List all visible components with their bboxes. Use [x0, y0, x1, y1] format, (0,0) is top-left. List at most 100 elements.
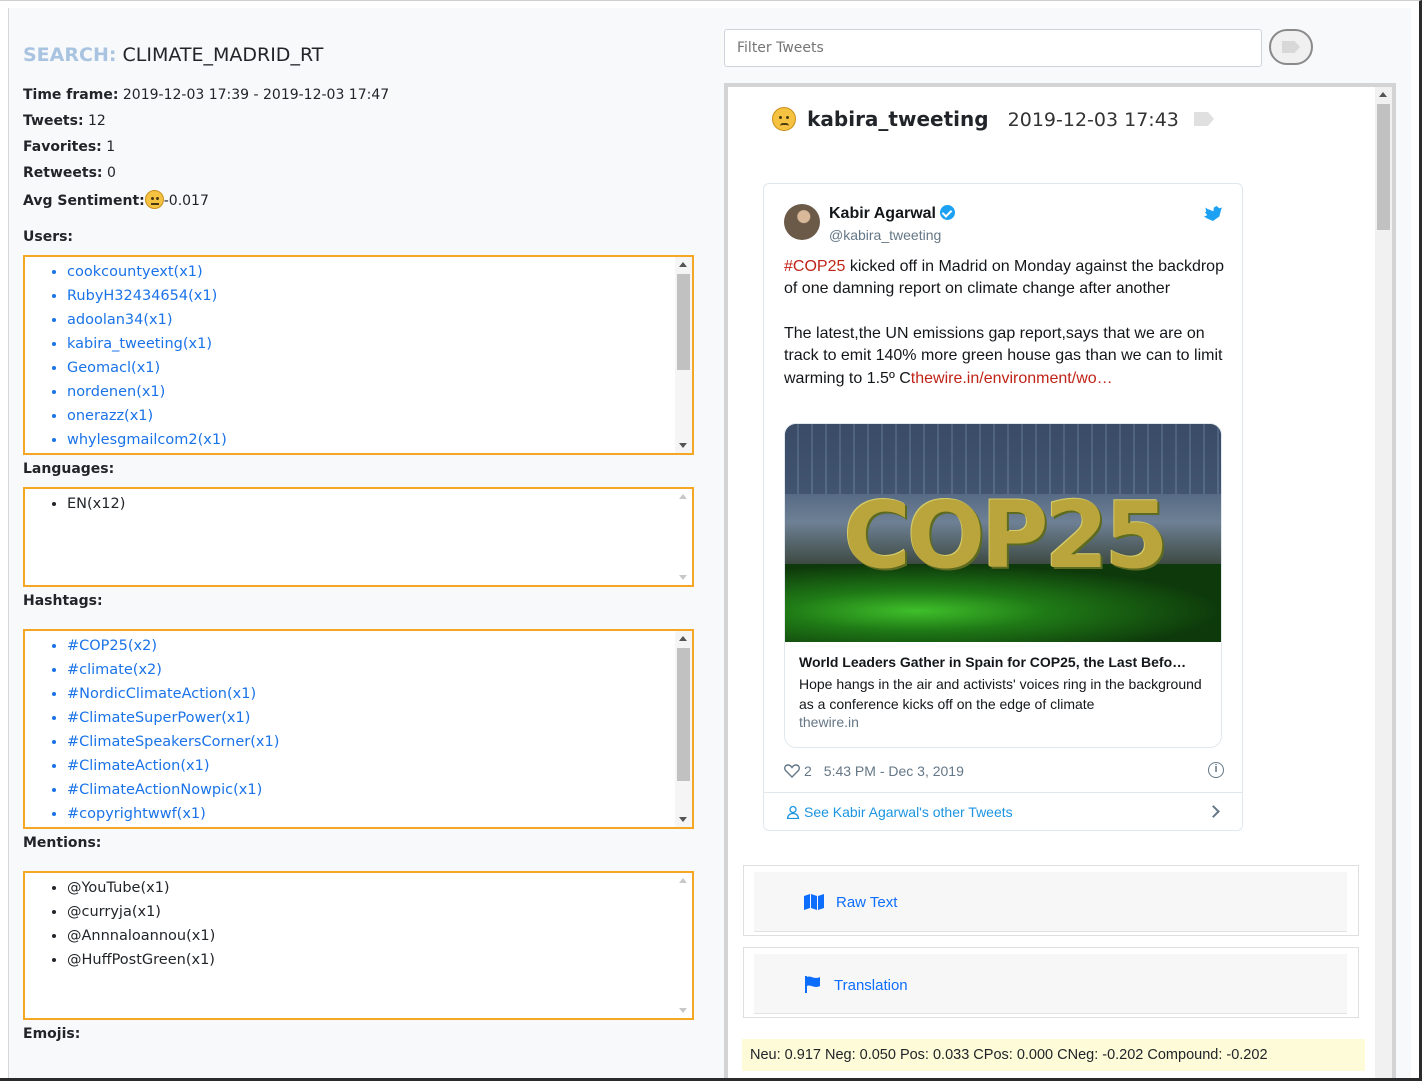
- preview-title: World Leaders Gather in Spain for COP25,…: [799, 654, 1187, 670]
- scroll-up-icon[interactable]: [679, 878, 687, 883]
- time-frame-value: 2019-12-03 17:39 - 2019-12-03 17:47: [122, 87, 390, 103]
- list-item[interactable]: Geomacl(x1): [67, 356, 692, 380]
- article-link[interactable]: thewire.in/environment/wo…: [911, 370, 1113, 387]
- languages-label: Languages:: [23, 461, 115, 477]
- twitter-bird-icon[interactable]: [1204, 206, 1222, 221]
- list-item[interactable]: #climate(x2): [67, 658, 692, 682]
- time-frame-stat: Time frame: 2019-12-03 17:39 - 2019-12-0…: [23, 86, 695, 112]
- tweet-panel-scrollbar[interactable]: [1375, 87, 1392, 1081]
- verified-badge-icon: [940, 205, 955, 220]
- preview-image[interactable]: COP25: [785, 424, 1221, 642]
- translation-button[interactable]: Translation: [804, 976, 908, 994]
- list-item[interactable]: adoolan34(x1): [67, 308, 692, 332]
- scroll-down-icon[interactable]: [679, 575, 687, 580]
- chevron-right-icon[interactable]: [1207, 805, 1220, 818]
- author-name-text[interactable]: Kabir Agarwal: [829, 205, 936, 222]
- mentions-scrollbar[interactable]: [675, 873, 692, 1018]
- retweets-value: 0: [106, 165, 116, 181]
- list-item: @HuffPostGreen(x1): [67, 948, 692, 972]
- languages-scrollbar[interactable]: [675, 489, 692, 585]
- users-list[interactable]: cookcountyext(x1) RubyH32434654(x1) adoo…: [23, 255, 694, 455]
- hashtags-list[interactable]: #COP25(x2) #climate(x2) #NordicClimateAc…: [23, 629, 694, 829]
- tag-icon: [1282, 41, 1300, 53]
- raw-text-button[interactable]: Raw Text: [804, 894, 897, 911]
- search-label: SEARCH:: [23, 44, 117, 66]
- mentions-label: Mentions:: [23, 835, 102, 851]
- users-label: Users:: [23, 229, 74, 245]
- languages-list[interactable]: EN(x12): [23, 487, 694, 587]
- time-frame-label: Time frame:: [23, 87, 119, 103]
- list-item[interactable]: whylesgmailcom2(x1): [67, 428, 692, 452]
- raw-text-label[interactable]: Raw Text: [836, 894, 897, 911]
- page-title: SEARCH: CLIMATE_MADRID_RT: [23, 44, 695, 72]
- list-item: @YouTube(x1): [67, 876, 692, 900]
- flag-icon: [805, 976, 820, 993]
- list-item[interactable]: #ClimateSuperPower(x1): [67, 706, 692, 730]
- scroll-thumb[interactable]: [677, 648, 690, 781]
- list-item: EN(x12): [67, 492, 692, 516]
- list-item[interactable]: #ClimateActionNowpic(x1): [67, 778, 692, 802]
- hashtag-link[interactable]: #COP25: [784, 258, 845, 275]
- info-icon[interactable]: i: [1208, 762, 1224, 778]
- author-name[interactable]: Kabir Agarwal: [829, 205, 955, 223]
- hashtags-scrollbar[interactable]: [675, 631, 692, 827]
- see-other-tweets-label[interactable]: See Kabir Agarwal's other Tweets: [804, 804, 1013, 820]
- list-item[interactable]: onerazz(x1): [67, 404, 692, 428]
- scroll-down-icon[interactable]: [679, 443, 687, 448]
- list-item[interactable]: #NordicClimateAction(x1): [67, 682, 692, 706]
- list-item: @Annnaloannou(x1): [67, 924, 692, 948]
- favorites-value: 1: [106, 139, 116, 155]
- hashtags-label: Hashtags:: [23, 593, 103, 609]
- list-item[interactable]: kabira_tweeting(x1): [67, 332, 692, 356]
- tweet-time[interactable]: 5:43 PM - Dec 3, 2019: [824, 763, 964, 779]
- sentiment-scores: Neu: 0.917 Neg: 0.050 Pos: 0.033 CPos: 0…: [742, 1039, 1365, 1071]
- retweets-label: Retweets:: [23, 165, 103, 181]
- list-item[interactable]: #COP25(x2): [67, 634, 692, 658]
- tweets-value: 12: [88, 113, 106, 129]
- tweets-label: Tweets:: [23, 113, 84, 129]
- list-item[interactable]: RubyH32434654(x1): [67, 284, 692, 308]
- tweet-text-p1: kicked off in Madrid on Monday against t…: [784, 258, 1224, 298]
- list-item[interactable]: nordenen(x1): [67, 380, 692, 404]
- users-scrollbar[interactable]: [675, 257, 692, 453]
- scroll-up-icon[interactable]: [679, 636, 687, 641]
- filter-tweets-input[interactable]: [724, 29, 1262, 67]
- scroll-up-icon[interactable]: [679, 494, 687, 499]
- translation-label[interactable]: Translation: [834, 977, 908, 994]
- scroll-down-icon[interactable]: [679, 1008, 687, 1013]
- avatar[interactable]: [784, 204, 820, 240]
- tweet-header: kabira_tweeting 2019-12-03 17:43: [772, 107, 1214, 137]
- map-icon: [804, 894, 824, 910]
- list-item[interactable]: #copyrightwwf(x1): [67, 802, 692, 826]
- preview-text[interactable]: World Leaders Gather in Spain for COP25,…: [785, 642, 1221, 747]
- link-preview-card[interactable]: COP25 World Leaders Gather in Spain for …: [784, 423, 1222, 748]
- scroll-down-icon[interactable]: [679, 817, 687, 822]
- tag-icon[interactable]: [1193, 112, 1214, 126]
- list-item[interactable]: #ClimateSpeakersCorner(x1): [67, 730, 692, 754]
- author-handle[interactable]: @kabira_tweeting: [829, 227, 941, 243]
- translation-section: Translation: [743, 947, 1359, 1018]
- tweet-username[interactable]: kabira_tweeting: [807, 107, 988, 131]
- embedded-tweet: Kabir Agarwal @kabira_tweeting #COP25 ki…: [763, 183, 1243, 831]
- tag-filter-button[interactable]: [1269, 29, 1313, 65]
- scroll-thumb[interactable]: [1377, 104, 1390, 230]
- heart-icon[interactable]: [784, 764, 800, 778]
- tweets-stat: Tweets: 12: [23, 112, 695, 138]
- neutral-face-icon: [144, 190, 164, 209]
- frowning-face-icon: [772, 107, 796, 131]
- translation-header: Translation: [754, 954, 1347, 1014]
- favorites-label: Favorites:: [23, 139, 102, 155]
- list-item[interactable]: cookcountyext(x1): [67, 260, 692, 284]
- list-item: @curryja(x1): [67, 900, 692, 924]
- mentions-list[interactable]: @YouTube(x1) @curryja(x1) @Annnaloannou(…: [23, 871, 694, 1020]
- scroll-thumb[interactable]: [677, 274, 690, 370]
- like-count[interactable]: 2: [804, 763, 812, 779]
- preview-domain: thewire.in: [799, 714, 859, 730]
- search-value: CLIMATE_MADRID_RT: [122, 44, 324, 66]
- scroll-up-icon[interactable]: [1379, 92, 1387, 97]
- favorites-stat: Favorites: 1: [23, 138, 695, 164]
- see-other-tweets-link[interactable]: See Kabir Agarwal's other Tweets: [786, 802, 1013, 822]
- scroll-up-icon[interactable]: [679, 262, 687, 267]
- tweet-detail-panel: kabira_tweeting 2019-12-03 17:43 Kabir A…: [724, 83, 1396, 1081]
- list-item[interactable]: #ClimateAction(x1): [67, 754, 692, 778]
